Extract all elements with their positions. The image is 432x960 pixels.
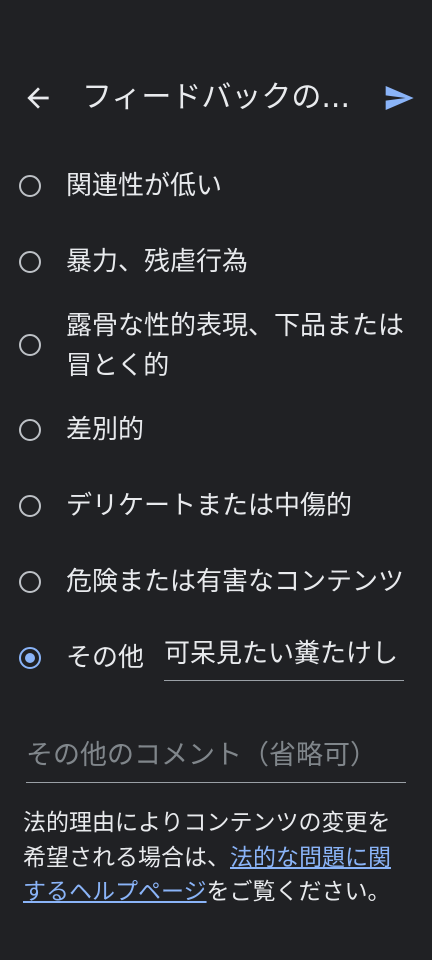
radio-button[interactable] [19,495,41,517]
top-bar: フィードバックの... [0,72,432,124]
send-icon [385,86,414,110]
comment-input[interactable]: その他のコメント（省略可） [26,736,406,783]
radio-button[interactable] [19,175,41,197]
option-label: 危険または有害なコンテンツ [66,567,405,597]
option-label: デリケートまたは中傷的 [66,491,353,521]
legal-notice: 法的理由によりコンテンツの変更を希望される場合は、法的な問題に関するヘルプページ… [23,806,403,910]
other-reason-input[interactable]: 可呆見たい糞たけし [164,636,404,681]
option-label-line2: 冒とく的 [66,351,170,381]
option-label: 暴力、残虐行為 [66,247,249,277]
option-label: 差別的 [66,415,145,445]
radio-button[interactable] [19,251,41,273]
option-label: 関連性が低い [66,171,223,201]
legal-text-after: をご覧ください。 [206,879,391,905]
radio-button[interactable] [19,334,41,356]
option-label: その他 [66,643,145,673]
arrow-left-icon [27,87,49,109]
radio-button-selected[interactable] [19,647,41,669]
back-button[interactable] [22,82,54,114]
radio-button[interactable] [19,419,41,441]
option-label-line1: 露骨な性的表現、下品または [66,311,405,341]
send-button[interactable] [382,82,416,114]
radio-button[interactable] [19,571,41,593]
page-title: フィードバックの... [82,80,351,115]
